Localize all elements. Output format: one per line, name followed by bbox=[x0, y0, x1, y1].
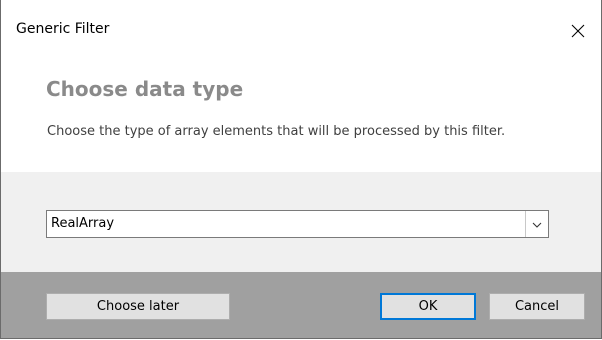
cancel-button[interactable]: Cancel bbox=[489, 293, 585, 320]
close-icon bbox=[571, 24, 585, 38]
dialog-window: Generic Filter Choose data type Choose t… bbox=[0, 0, 602, 339]
choose-later-button[interactable]: Choose later bbox=[46, 293, 230, 320]
content-area: RealArray bbox=[1, 172, 601, 272]
chevron-down-icon bbox=[532, 215, 542, 233]
wizard-header: Choose data type Choose the type of arra… bbox=[1, 62, 601, 172]
button-bar: Choose later OK Cancel bbox=[1, 272, 601, 338]
page-heading: Choose data type bbox=[46, 77, 244, 101]
page-description: Choose the type of array elements that w… bbox=[47, 124, 506, 139]
dropdown-button[interactable] bbox=[525, 211, 548, 237]
title-bar: Generic Filter bbox=[1, 0, 601, 62]
close-button[interactable] bbox=[555, 0, 601, 62]
data-type-select-value: RealArray bbox=[51, 216, 115, 231]
ok-button[interactable]: OK bbox=[380, 293, 476, 320]
window-title: Generic Filter bbox=[16, 21, 110, 37]
data-type-select[interactable]: RealArray bbox=[46, 210, 549, 238]
